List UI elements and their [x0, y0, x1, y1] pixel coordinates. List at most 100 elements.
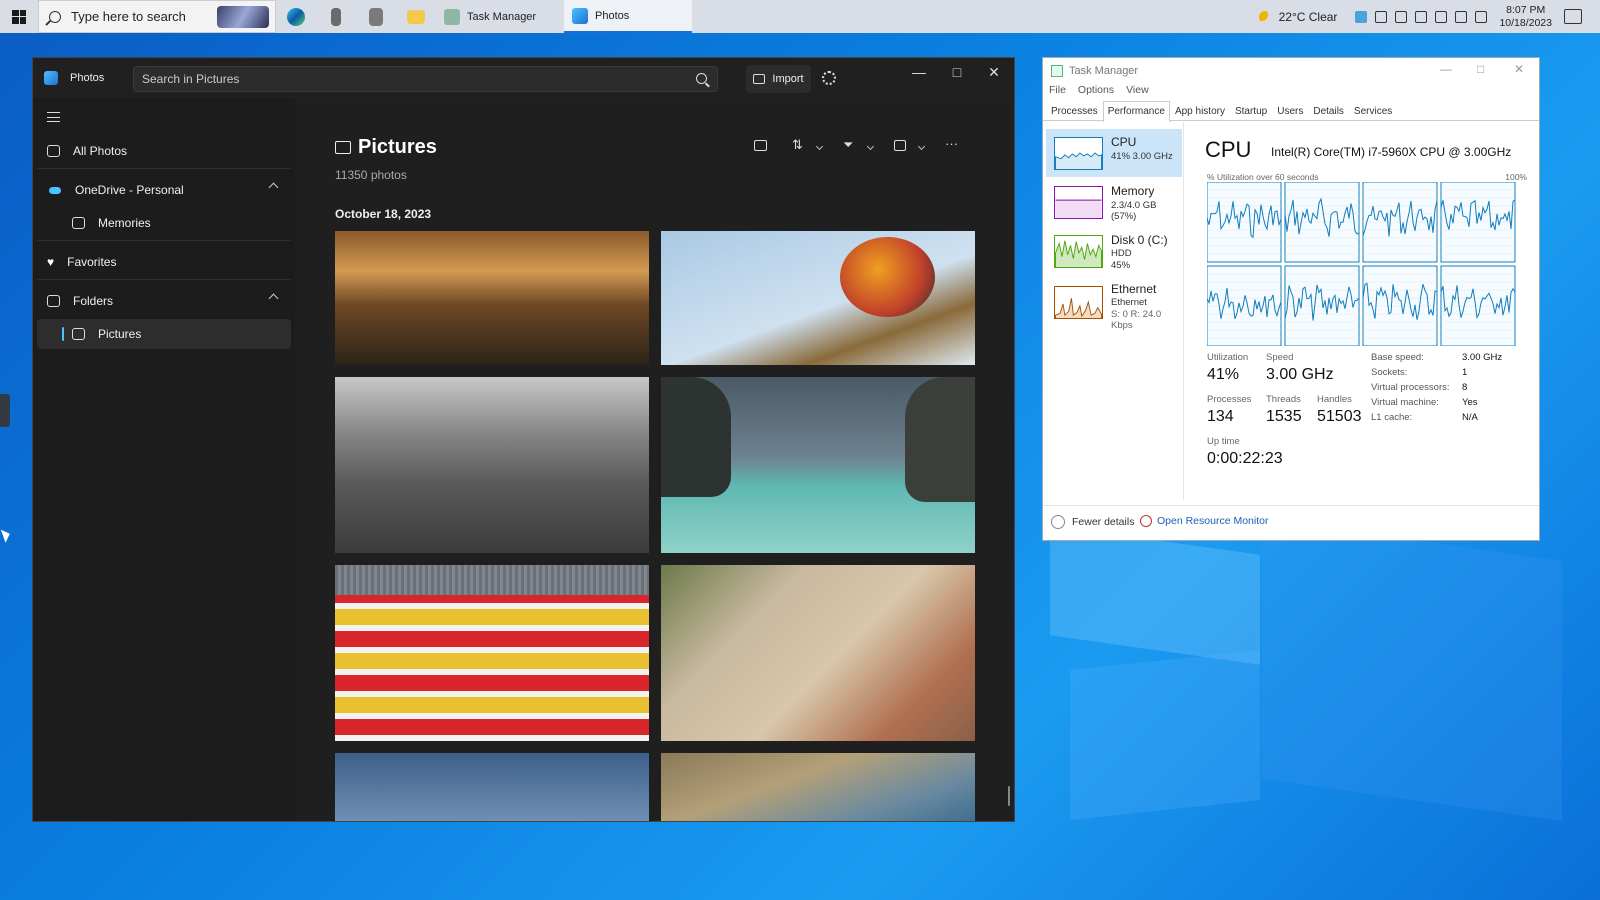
network-icon[interactable]	[1435, 10, 1448, 23]
menu-hamburger-icon[interactable]	[47, 112, 60, 122]
page-title: Pictures	[358, 136, 437, 158]
close-button[interactable]: ✕	[979, 64, 1009, 81]
minimize-button[interactable]: —	[1440, 62, 1452, 76]
photos-window: Photos Search in Pictures Import — □ ✕ A…	[33, 58, 1014, 821]
heart-icon: ♥	[47, 255, 55, 269]
cliff-right	[905, 377, 975, 502]
resource-disk[interactable]: Disk 0 (C:) HDD 45%	[1046, 227, 1182, 275]
maximize-button[interactable]: □	[1477, 62, 1484, 76]
usb-icon[interactable]	[1375, 10, 1388, 23]
photo-thumbnail[interactable]	[661, 377, 975, 553]
memory-sparkline	[1054, 186, 1103, 219]
taskbar-store-button[interactable]	[356, 0, 396, 33]
folder-icon	[335, 141, 351, 154]
photo-thumbnail[interactable]	[335, 231, 649, 365]
minimize-button[interactable]: —	[904, 64, 934, 80]
more-options-icon[interactable]: ···	[945, 136, 958, 151]
menu-options[interactable]: Options	[1078, 84, 1114, 101]
taskbar-edge-button[interactable]	[276, 0, 316, 33]
nav-favorites[interactable]: ♥ Favorites	[37, 247, 291, 277]
nav-pictures[interactable]: Pictures	[37, 319, 291, 349]
menu-file[interactable]: File	[1049, 84, 1066, 101]
detail-value: 8	[1462, 382, 1468, 393]
open-resource-monitor-link[interactable]: Open Resource Monitor	[1140, 515, 1268, 527]
photo-thumbnail[interactable]	[335, 377, 649, 553]
chevron-down-icon[interactable]	[815, 142, 824, 151]
resource-ethernet[interactable]: Ethernet Ethernet S: 0 R: 24.0 Kbps	[1046, 276, 1182, 331]
photos-sidebar: All Photos OneDrive - Personal Memories …	[33, 98, 303, 821]
import-button[interactable]: Import	[746, 65, 811, 93]
taskbar-search-box[interactable]: Type here to search	[38, 0, 276, 33]
photo-thumbnail[interactable]	[335, 565, 649, 741]
resource-detail: 2.3/4.0 GB (57%)	[1111, 200, 1157, 222]
chevron-up-icon[interactable]	[268, 293, 279, 304]
detail-key: L1 cache:	[1371, 412, 1413, 423]
folder-icon	[407, 9, 425, 24]
security-icon[interactable]	[1395, 10, 1408, 23]
photos-icon	[572, 7, 588, 24]
nav-folders[interactable]: Folders	[37, 286, 291, 316]
nav-memories[interactable]: Memories	[37, 208, 291, 238]
edge-icon	[287, 7, 305, 26]
resource-memory[interactable]: Memory 2.3/4.0 GB (57%)	[1046, 178, 1182, 226]
tab-performance[interactable]: Performance	[1102, 101, 1170, 122]
chevron-up-icon[interactable]	[268, 182, 279, 193]
tab-services[interactable]: Services	[1349, 101, 1397, 120]
divider	[37, 240, 291, 241]
tray-app-icon[interactable]	[1355, 10, 1368, 23]
taskbar-app-button[interactable]	[316, 0, 356, 33]
maximize-button[interactable]: □	[942, 64, 972, 80]
tab-details[interactable]: Details	[1308, 101, 1349, 120]
chevron-down-icon[interactable]	[917, 142, 926, 151]
photo-thumbnail[interactable]	[661, 753, 975, 821]
nav-all-photos[interactable]: All Photos	[37, 136, 291, 166]
menu-view[interactable]: View	[1126, 84, 1149, 101]
tab-app-history[interactable]: App history	[1170, 101, 1230, 120]
chevron-down-icon[interactable]	[866, 142, 875, 151]
search-icon[interactable]	[696, 73, 707, 84]
cpu-model: Intel(R) Core(TM) i7-5960X CPU @ 3.00GHz	[1271, 145, 1512, 159]
detail-key: Sockets:	[1371, 367, 1408, 378]
photos-search-input[interactable]: Search in Pictures	[133, 66, 718, 92]
taskbar-task-manager[interactable]: Task Manager	[436, 0, 564, 33]
settings-gear-icon[interactable]	[822, 71, 836, 85]
processes-value: 134	[1207, 408, 1234, 425]
photo-thumbnail[interactable]	[335, 753, 649, 821]
fewer-details-button[interactable]: Fewer details	[1051, 515, 1134, 529]
taskbar-photos[interactable]: Photos	[564, 0, 692, 33]
uptime-label: Up time	[1207, 436, 1240, 447]
photo-thumbnail[interactable]	[661, 231, 975, 365]
scrollbar-thumb[interactable]	[1008, 786, 1010, 806]
clock[interactable]: 8:07 PM 10/18/2023	[1499, 4, 1552, 30]
slideshow-icon[interactable]	[754, 140, 767, 151]
tab-startup[interactable]: Startup	[1230, 101, 1272, 120]
handles-label: Handles	[1317, 394, 1352, 405]
notification-icon[interactable]	[1564, 9, 1582, 24]
start-button[interactable]	[0, 0, 38, 33]
ethernet-sparkline	[1054, 286, 1103, 319]
sort-icon[interactable]: ⇅	[792, 137, 803, 153]
view-grid-icon[interactable]	[894, 140, 906, 151]
resource-list: CPU 41% 3.00 GHz Memory 2.3/4.0 GB (57%)…	[1043, 122, 1184, 500]
close-button[interactable]: ✕	[1514, 62, 1524, 76]
nav-label: Pictures	[98, 327, 142, 341]
weather-text[interactable]: 22°C Clear	[1279, 10, 1338, 24]
tab-users[interactable]: Users	[1272, 101, 1308, 120]
photo-thumbnail[interactable]	[661, 565, 975, 741]
folder-icon	[47, 295, 60, 307]
memories-icon	[72, 217, 85, 229]
volume-muted-icon[interactable]	[1455, 10, 1468, 23]
taskbar-explorer-button[interactable]	[396, 0, 436, 33]
resource-cpu[interactable]: CPU 41% 3.00 GHz	[1046, 129, 1182, 177]
cpu-sparkline	[1054, 137, 1103, 170]
weather-moon-icon	[1258, 10, 1271, 23]
cpu-heading: CPU	[1205, 137, 1252, 162]
resource-name: CPU	[1111, 135, 1137, 149]
util-max: 100%	[1505, 172, 1527, 182]
filter-icon[interactable]: ⏷	[843, 137, 853, 153]
power-icon[interactable]	[1475, 10, 1488, 23]
nav-onedrive[interactable]: OneDrive - Personal	[37, 175, 291, 205]
tab-processes[interactable]: Processes	[1046, 101, 1103, 120]
cloud-off-icon[interactable]	[1415, 10, 1428, 23]
side-panel-handle[interactable]	[0, 394, 10, 427]
